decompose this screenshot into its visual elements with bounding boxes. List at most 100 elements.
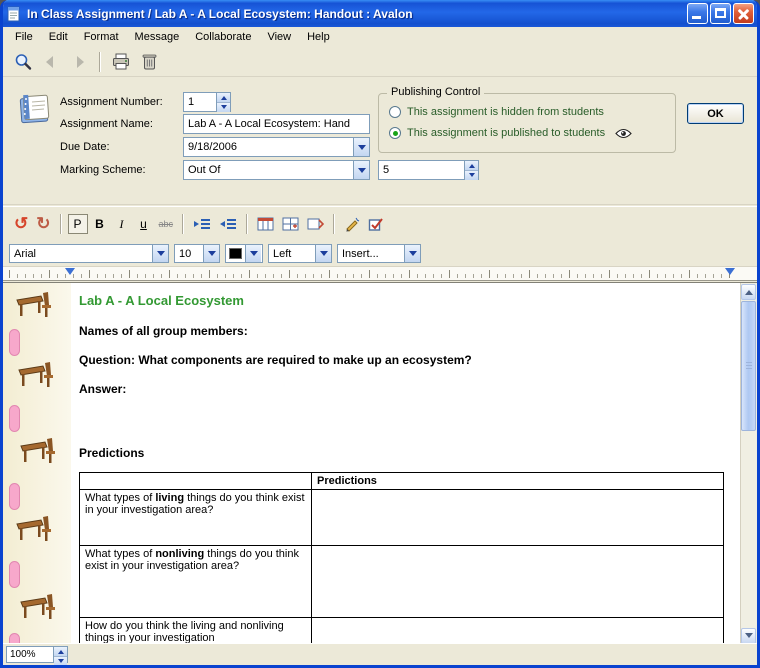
toolbar-separator: [99, 52, 101, 72]
marking-scheme-label: Marking Scheme:: [60, 164, 146, 176]
vertical-scrollbar[interactable]: [740, 283, 757, 645]
outdent-icon[interactable]: [216, 214, 240, 234]
menu-edit[interactable]: Edit: [41, 29, 76, 45]
dropdown-arrow-icon[interactable]: [203, 245, 219, 262]
minimize-button[interactable]: [687, 3, 708, 24]
font-size-value: 10: [175, 248, 203, 260]
answer-cell[interactable]: [312, 618, 724, 646]
redo-icon[interactable]: ↻: [33, 214, 53, 234]
desk-icon: [19, 437, 57, 465]
history-forward-icon[interactable]: [67, 51, 91, 73]
radio-hidden-option[interactable]: This assignment is hidden from students: [389, 106, 604, 118]
assignment-name-field[interactable]: [183, 114, 370, 134]
font-select[interactable]: Arial: [9, 244, 169, 263]
spin-up-icon[interactable]: [54, 647, 67, 656]
maximize-button[interactable]: [710, 3, 731, 24]
dropdown-arrow-icon[interactable]: [152, 245, 168, 262]
marking-points-stepper[interactable]: 5: [378, 160, 479, 180]
due-date-select[interactable]: 9/18/2006: [183, 137, 370, 157]
assignment-number-stepper[interactable]: 1: [183, 92, 231, 112]
signature-pen-icon[interactable]: [341, 214, 363, 234]
dropdown-arrow-icon[interactable]: [404, 245, 420, 262]
predictions-heading: Predictions: [79, 446, 740, 460]
menu-file[interactable]: File: [7, 29, 41, 45]
scroll-down-icon[interactable]: [741, 628, 756, 644]
insert-select[interactable]: Insert...: [337, 244, 421, 263]
document-area: Lab A - A Local Ecosystem Names of all g…: [3, 282, 757, 645]
delete-icon[interactable]: [137, 51, 161, 73]
eraser-icon: [9, 329, 20, 356]
align-value: Left: [269, 248, 315, 260]
strikethrough-button[interactable]: abc: [156, 214, 177, 234]
toolbar-separator: [60, 214, 62, 234]
underline-button[interactable]: u: [134, 214, 154, 234]
font-size-select[interactable]: 10: [174, 244, 220, 263]
marking-scheme-select[interactable]: Out Of: [183, 160, 370, 180]
document-editor-surface[interactable]: Lab A - A Local Ecosystem Names of all g…: [71, 283, 740, 645]
paragraph-style-button[interactable]: P: [68, 214, 88, 234]
menu-collaborate[interactable]: Collaborate: [187, 29, 259, 45]
answer-cell[interactable]: [312, 490, 724, 546]
scroll-up-icon[interactable]: [741, 284, 756, 300]
undo-icon[interactable]: ↺: [11, 214, 31, 234]
spin-up-icon[interactable]: [465, 161, 478, 170]
margin-marker-left[interactable]: [65, 268, 75, 280]
menu-message[interactable]: Message: [127, 29, 188, 45]
menu-format[interactable]: Format: [76, 29, 127, 45]
insert-link-icon[interactable]: [304, 214, 327, 234]
menu-help[interactable]: Help: [299, 29, 338, 45]
insert-table-icon[interactable]: [279, 214, 302, 234]
desk-icon: [19, 593, 57, 621]
question-line: Question: What components are required t…: [79, 353, 740, 367]
cell-text: What types of: [85, 548, 155, 560]
zoom-spin[interactable]: [53, 647, 67, 662]
dropdown-arrow-icon[interactable]: [353, 161, 369, 179]
table-row: What types of living things do you think…: [80, 490, 724, 546]
status-bar: 100%: [3, 643, 757, 665]
question-cell: What types of living things do you think…: [80, 490, 312, 546]
editor-toolbar: ↺ ↻ P B I u abc: [3, 206, 757, 241]
radio-published-option[interactable]: This assignment is published to students: [389, 127, 632, 139]
eraser-icon: [9, 483, 20, 510]
publishing-control-title: Publishing Control: [387, 86, 484, 98]
assignment-number-value: 1: [184, 96, 216, 108]
radio-hidden-label: This assignment is hidden from students: [407, 106, 604, 118]
decorative-margin: [3, 283, 71, 645]
close-button[interactable]: [733, 3, 754, 24]
assignment-number-spin[interactable]: [216, 93, 230, 111]
align-select[interactable]: Left: [268, 244, 332, 263]
dropdown-arrow-icon[interactable]: [315, 245, 331, 262]
app-window: In Class Assignment / Lab A - A Local Ec…: [0, 0, 760, 668]
scrollbar-thumb[interactable]: [741, 301, 756, 431]
color-swatch-black: [229, 248, 242, 259]
radio-selected-icon[interactable]: [389, 127, 401, 139]
italic-button[interactable]: I: [112, 214, 132, 234]
due-date-value: 9/18/2006: [184, 141, 353, 153]
history-back-icon[interactable]: [39, 51, 63, 73]
dropdown-arrow-icon[interactable]: [245, 245, 261, 262]
radio-unselected-icon[interactable]: [389, 106, 401, 118]
text-color-select[interactable]: [225, 244, 263, 263]
document-heading: Lab A - A Local Ecosystem: [79, 293, 740, 308]
indent-icon[interactable]: [190, 214, 214, 234]
menu-view[interactable]: View: [259, 29, 299, 45]
eye-icon[interactable]: [615, 128, 632, 139]
margin-marker-right[interactable]: [725, 268, 735, 280]
marking-points-spin[interactable]: [464, 161, 478, 179]
spin-down-icon[interactable]: [217, 102, 230, 112]
insert-image-icon[interactable]: [254, 214, 277, 234]
print-icon[interactable]: [109, 51, 133, 73]
desk-icon: [17, 361, 55, 389]
zoom-control[interactable]: 100%: [6, 646, 68, 663]
answer-cell[interactable]: [312, 546, 724, 618]
dropdown-arrow-icon[interactable]: [353, 138, 369, 156]
spin-down-icon[interactable]: [465, 170, 478, 180]
spin-down-icon[interactable]: [54, 656, 67, 666]
bold-button[interactable]: B: [90, 214, 110, 234]
spin-up-icon[interactable]: [217, 93, 230, 102]
zoom-icon[interactable]: [11, 51, 35, 73]
marking-points-value: 5: [379, 164, 464, 176]
toolbar-separator: [182, 214, 184, 234]
approve-checkbox-icon[interactable]: [365, 214, 387, 234]
ok-button[interactable]: OK: [687, 103, 744, 124]
